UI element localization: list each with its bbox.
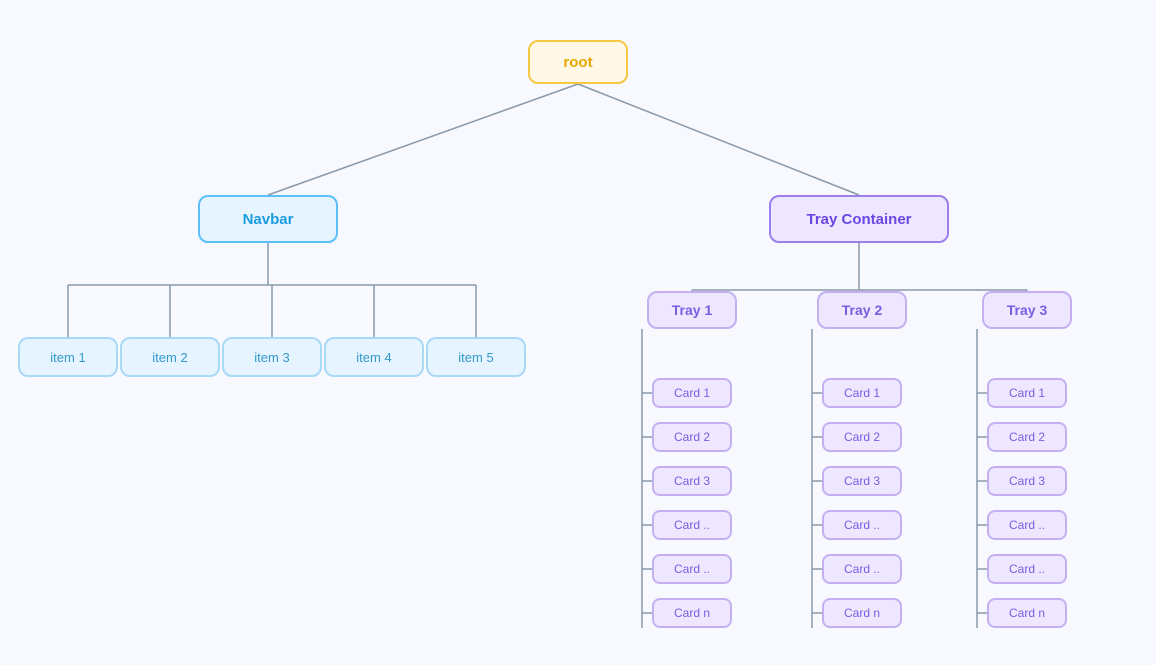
tray-2-card-4: Card ..	[822, 510, 902, 540]
tray-3-card-1: Card 1	[987, 378, 1067, 408]
tray-1-card-5: Card ..	[652, 554, 732, 584]
tray-1-card-3: Card 3	[652, 466, 732, 496]
tray-container-node: Tray Container	[769, 195, 949, 243]
tray-3-card-3: Card 3	[987, 466, 1067, 496]
tray-container-label: Tray Container	[806, 211, 911, 228]
tray-node-3: Tray 3	[982, 291, 1072, 329]
tray-3-card-5: Card ..	[987, 554, 1067, 584]
tray-2-card-5: Card ..	[822, 554, 902, 584]
navbar-item-3: item 3	[222, 337, 322, 377]
tray-2-card-3: Card 3	[822, 466, 902, 496]
tray-1-card-2: Card 2	[652, 422, 732, 452]
tray-3-card-2: Card 2	[987, 422, 1067, 452]
navbar-node: Navbar	[198, 195, 338, 243]
root-label: root	[563, 54, 592, 71]
tray-1-card-4: Card ..	[652, 510, 732, 540]
tray-2-card-6: Card n	[822, 598, 902, 628]
tray-1-card-6: Card n	[652, 598, 732, 628]
root-node: root	[528, 40, 628, 84]
tray-node-2: Tray 2	[817, 291, 907, 329]
navbar-label: Navbar	[243, 211, 294, 228]
tray-2-card-1: Card 1	[822, 378, 902, 408]
tray-1-card-1: Card 1	[652, 378, 732, 408]
navbar-item-1: item 1	[18, 337, 118, 377]
diagram: root Navbar Tray Container item 1item 2i…	[0, 0, 1156, 665]
tray-2-card-2: Card 2	[822, 422, 902, 452]
navbar-item-2: item 2	[120, 337, 220, 377]
tray-node-1: Tray 1	[647, 291, 737, 329]
navbar-item-5: item 5	[426, 337, 526, 377]
tray-3-card-4: Card ..	[987, 510, 1067, 540]
tray-3-card-6: Card n	[987, 598, 1067, 628]
navbar-item-4: item 4	[324, 337, 424, 377]
